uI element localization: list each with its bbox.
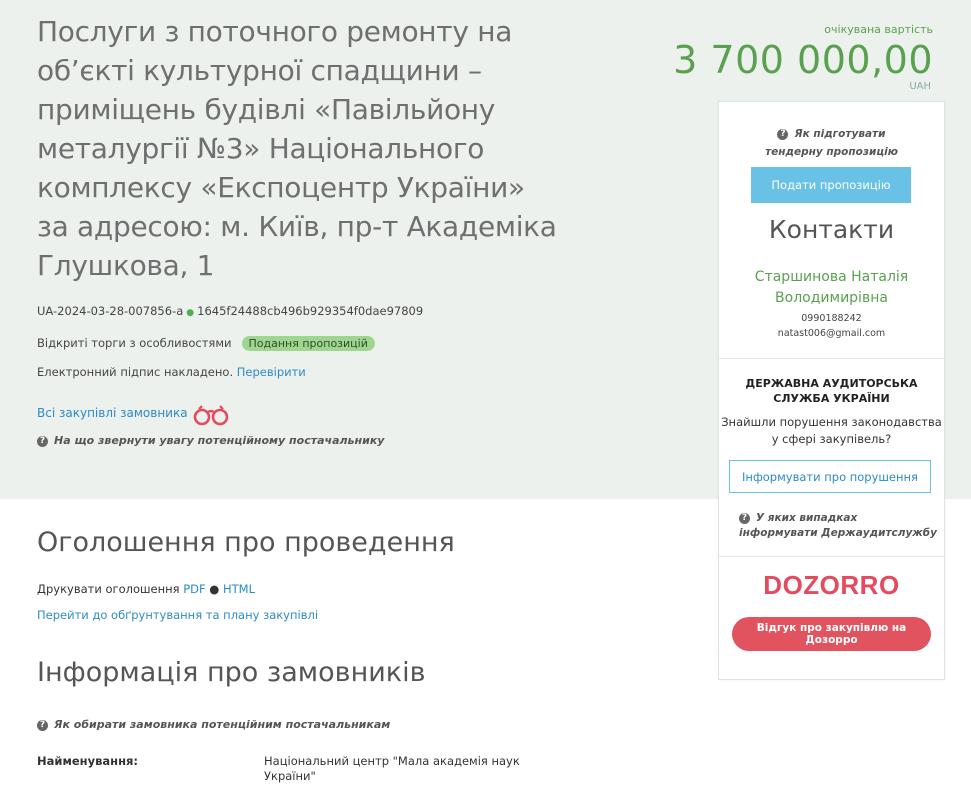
divider — [719, 556, 944, 557]
verify-link[interactable]: Перевірити — [237, 365, 306, 379]
contact-name: Старшинова Наталія Володимирівна — [754, 269, 909, 306]
expected-value: 3 700 000,00 — [673, 38, 933, 82]
audit-question: Знайшли порушення законодавства у сфері … — [721, 415, 942, 446]
customer-name-value: Національний центр "Мала академія наук У… — [264, 754, 520, 783]
customers-heading: Інформація про замовників — [37, 657, 426, 688]
all-purchases-link[interactable]: Всі закупівлі замовника — [37, 406, 188, 420]
audit-hint[interactable]: ? У яких випадках інформувати Держаудитсл… — [739, 511, 939, 541]
binoculars-icon[interactable] — [192, 404, 230, 426]
dot-separator: ● — [209, 582, 220, 596]
print-label: Друкувати оголошення — [37, 582, 180, 596]
tender-ids: UA-2024-03-28-007856-a ● 1645f24488cb496b9… — [37, 304, 423, 318]
signature-row: Електронний підпис накладено. Перевірити — [37, 365, 306, 379]
question-icon: ? — [37, 720, 48, 731]
customer-hint-text: Як обирати замовника потенційним постача… — [54, 718, 391, 731]
sidebar-panel: ? Як підготувати тендерну пропозицію Пода… — [718, 101, 945, 680]
procedure-type: Відкриті торги з особливостями — [37, 336, 232, 350]
expected-currency: UAH — [909, 81, 931, 92]
supplier-hint-text: На що звернути увагу потенційному постач… — [54, 434, 385, 447]
submit-proposal-button[interactable]: Подати пропозицію — [751, 167, 911, 203]
signature-text: Електронний підпис накладено. — [37, 365, 234, 379]
audit-hint-text: У яких випадках інформувати Держаудитслу… — [739, 512, 937, 539]
print-html-link[interactable]: HTML — [223, 582, 255, 596]
announcement-heading: Оголошення про проведення — [37, 527, 455, 558]
prepare-hint[interactable]: ? Як підготувати тендерну пропозицію — [719, 125, 944, 161]
dot-icon: ● — [186, 308, 195, 318]
tender-id: UA-2024-03-28-007856-a — [37, 304, 184, 318]
contact-email: natast006@gmail.com — [777, 328, 886, 339]
audit-title: ДЕРЖАВНА АУДИТОРСЬКА СЛУЖБА УКРАЇНИ — [745, 377, 918, 405]
expected-value-label: очікувана вартість — [824, 23, 933, 36]
contact-phone: 0990188242 — [801, 313, 862, 324]
print-pdf-link[interactable]: PDF — [183, 582, 205, 596]
contacts-title: Контакти — [768, 215, 895, 244]
tender-title: Послуги з поточного ремонту на об’єкті к… — [37, 15, 557, 282]
question-icon: ? — [777, 129, 789, 140]
plan-link[interactable]: Перейти до обґрунтування та плану закупі… — [37, 608, 318, 622]
supplier-hint[interactable]: ? На що звернути увагу потенційному поста… — [37, 434, 384, 447]
dozorro-logo: DOZORRO — [763, 570, 900, 600]
question-icon: ? — [739, 513, 750, 524]
tender-hash: 1645f24488cb496b929354f0dae97809 — [197, 304, 424, 318]
procedure-row: Відкриті торги з особливостями Подання пр… — [37, 336, 375, 351]
customer-name-label: Найменування: — [37, 754, 138, 768]
customer-hint[interactable]: ? Як обирати замовника потенційним постач… — [37, 718, 390, 731]
dozorro-feedback-button[interactable]: Відгук про закупівлю на Дозорро — [732, 617, 931, 651]
inform-violation-button[interactable]: Інформувати про порушення — [729, 460, 931, 493]
divider — [719, 358, 944, 359]
print-row: Друкувати оголошення PDF ● HTML — [37, 582, 255, 596]
question-icon: ? — [37, 436, 48, 447]
status-badge: Подання пропозицій — [241, 336, 375, 351]
